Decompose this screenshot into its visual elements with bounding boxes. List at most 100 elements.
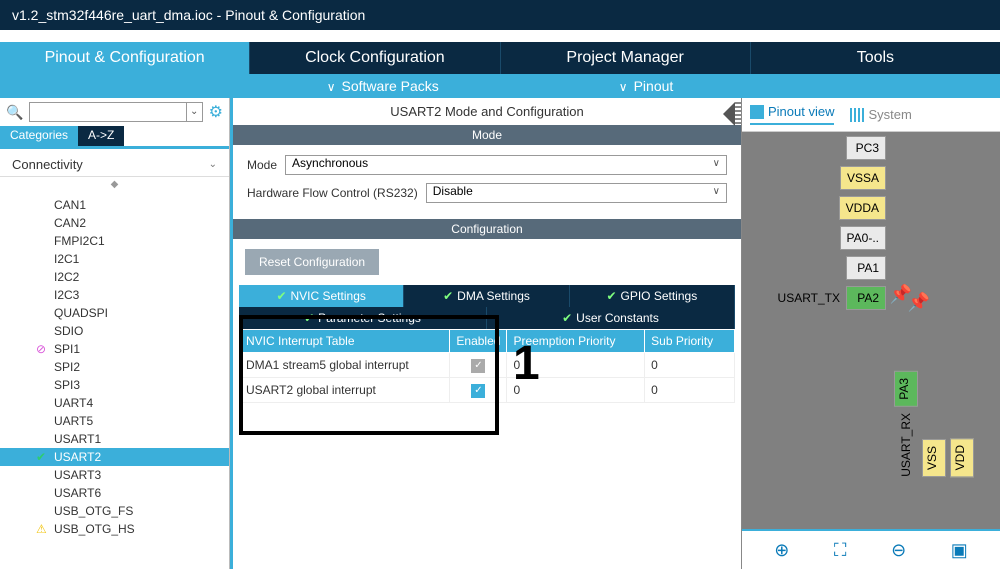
periph-item-usart3[interactable]: USART3 — [0, 466, 229, 484]
subbar-pinout[interactable]: Pinout — [619, 78, 674, 94]
pin-signal-label: USART_RX — [899, 413, 913, 477]
periph-item-label: USB_OTG_HS — [54, 522, 135, 536]
nvic-th-name: NVIC Interrupt Table — [240, 330, 450, 353]
periph-item-spi1[interactable]: ⊘SPI1 — [0, 340, 229, 358]
periph-item-can1[interactable]: CAN1 — [0, 196, 229, 214]
pin-pa2[interactable]: USART_TX PA2 — [778, 284, 886, 312]
mode-header: Mode — [233, 125, 741, 145]
system-icon — [850, 108, 864, 122]
rtab-system-view[interactable]: System — [850, 104, 911, 125]
periph-item-sdio[interactable]: SDIO — [0, 322, 229, 340]
periph-item-uart4[interactable]: UART4 — [0, 394, 229, 412]
nvic-cell-preempt[interactable]: 0 — [507, 378, 645, 403]
periph-item-i2c2[interactable]: I2C2 — [0, 268, 229, 286]
sort-handle-icon[interactable]: ◆ — [0, 177, 229, 192]
periph-item-uart5[interactable]: UART5 — [0, 412, 229, 430]
fit-icon[interactable]: ⛶ — [834, 540, 847, 561]
conf-tab-gpio-label: GPIO Settings — [621, 289, 698, 303]
tab-clock-config[interactable]: Clock Configuration — [250, 42, 500, 74]
pinout-area[interactable]: PC3VSSAVDDAPA0-..PA1USART_TXPA2📌📌PA3USAR… — [742, 132, 1000, 529]
pin-vdda[interactable]: VDDA — [839, 194, 886, 222]
chip-icon — [750, 105, 764, 119]
mode-select[interactable]: Asynchronous — [285, 155, 727, 175]
mode-label: Mode — [247, 158, 277, 172]
pin-pa1[interactable]: PA1 — [846, 254, 886, 282]
periph-item-label: USART3 — [54, 468, 101, 482]
checkbox-icon: ✓ — [471, 359, 485, 373]
zoom-in-icon[interactable]: ⊕ — [774, 540, 789, 561]
tab-categories[interactable]: Categories — [0, 126, 78, 146]
search-input[interactable]: ⌄ — [29, 102, 202, 122]
pin-vss[interactable]: VSS — [922, 439, 946, 477]
pin-vdd[interactable]: VDD — [950, 438, 974, 477]
nvic-cell-enabled[interactable]: ✓ — [450, 353, 507, 378]
pin-label: PA0-.. — [840, 226, 886, 250]
pin-vssa[interactable]: VSSA — [840, 164, 886, 192]
pin-pc3[interactable]: PC3 — [846, 134, 886, 162]
section-connectivity[interactable]: Connectivity ⌄ — [0, 149, 229, 177]
periph-item-usart6[interactable]: USART6 — [0, 484, 229, 502]
conf-tab-nvic[interactable]: ✔NVIC Settings — [239, 285, 404, 307]
hwflow-select[interactable]: Disable — [426, 183, 727, 203]
conf-tab-param[interactable]: ✔Parameter Settings — [239, 307, 487, 329]
subbar-software-packs[interactable]: Software Packs — [327, 78, 439, 94]
periph-item-i2c1[interactable]: I2C1 — [0, 250, 229, 268]
nvic-th-enabled: Enabled — [450, 330, 507, 353]
nvic-cell-enabled[interactable]: ✓ — [450, 378, 507, 403]
pin-label: PA2 — [846, 286, 886, 310]
search-dropdown-icon[interactable]: ⌄ — [186, 103, 202, 121]
periph-item-label: USART6 — [54, 486, 101, 500]
periph-item-label: UART4 — [54, 396, 93, 410]
rotate-icon[interactable]: ▣ — [951, 540, 968, 561]
pin-label: VSSA — [840, 166, 886, 190]
nvic-row[interactable]: DMA1 stream5 global interrupt✓00 — [240, 353, 735, 378]
conf-tab-param-label: Parameter Settings — [318, 311, 421, 325]
periph-item-label: USART1 — [54, 432, 101, 446]
periph-item-label: SPI1 — [54, 342, 80, 356]
tab-project-manager[interactable]: Project Manager — [501, 42, 751, 74]
rtab-pinout-view[interactable]: Pinout view — [750, 104, 834, 125]
periph-item-label: QUADSPI — [54, 306, 108, 320]
periph-item-spi3[interactable]: SPI3 — [0, 376, 229, 394]
rtab-pinout-label: Pinout view — [768, 104, 834, 119]
nvic-cell-sub[interactable]: 0 — [645, 353, 735, 378]
tab-alpha[interactable]: A->Z — [78, 126, 124, 146]
left-panel: 🔍 ⌄ ⚙ Categories A->Z Connectivity ⌄ ◆ C… — [0, 98, 230, 569]
periph-item-fmpi2c1[interactable]: FMPI2C1 — [0, 232, 229, 250]
periph-item-usart2[interactable]: ✔USART2 — [0, 448, 229, 466]
drag-handle[interactable] — [735, 102, 741, 126]
nvic-row[interactable]: USART2 global interrupt✓00 — [240, 378, 735, 403]
periph-item-spi2[interactable]: SPI2 — [0, 358, 229, 376]
conf-tab-dma[interactable]: ✔DMA Settings — [404, 285, 569, 307]
periph-item-usb_otg_fs[interactable]: USB_OTG_FS — [0, 502, 229, 520]
periph-item-label: CAN2 — [54, 216, 86, 230]
conf-tab-gpio[interactable]: ✔GPIO Settings — [570, 285, 735, 307]
periph-item-i2c3[interactable]: I2C3 — [0, 286, 229, 304]
periph-item-label: I2C2 — [54, 270, 79, 284]
periph-item-label: FMPI2C1 — [54, 234, 105, 248]
periph-item-label: USB_OTG_FS — [54, 504, 133, 518]
reset-config-button[interactable]: Reset Configuration — [245, 249, 379, 275]
periph-item-label: I2C3 — [54, 288, 79, 302]
pin-label: VDDA — [839, 196, 886, 220]
pin-label: VSS — [922, 439, 946, 477]
conf-tab-user[interactable]: ✔User Constants — [487, 307, 735, 329]
periph-item-label: CAN1 — [54, 198, 86, 212]
nvic-cell-preempt[interactable]: 0 — [507, 353, 645, 378]
periph-item-usart1[interactable]: USART1 — [0, 430, 229, 448]
periph-item-quadspi[interactable]: QUADSPI — [0, 304, 229, 322]
thumbtack-icon: 📌 — [908, 292, 930, 313]
titlebar: v1.2_stm32f446re_uart_dma.ioc - Pinout &… — [0, 0, 1000, 30]
pin-pa0-..[interactable]: PA0-.. — [840, 224, 886, 252]
periph-item-usb_otg_hs[interactable]: ⚠USB_OTG_HS — [0, 520, 229, 538]
tab-tools[interactable]: Tools — [751, 42, 1000, 74]
tab-pinout-config[interactable]: Pinout & Configuration — [0, 42, 250, 74]
top-tabs: Pinout & Configuration Clock Configurati… — [0, 42, 1000, 74]
gear-icon[interactable]: ⚙ — [209, 102, 223, 122]
pin-pa3[interactable]: PA3USART_RX — [894, 371, 918, 477]
nvic-cell-sub[interactable]: 0 — [645, 378, 735, 403]
checkbox-icon[interactable]: ✓ — [471, 384, 485, 398]
zoom-out-icon[interactable]: ⊖ — [891, 540, 906, 561]
periph-item-can2[interactable]: CAN2 — [0, 214, 229, 232]
pin-signal-label: USART_TX — [778, 291, 840, 305]
